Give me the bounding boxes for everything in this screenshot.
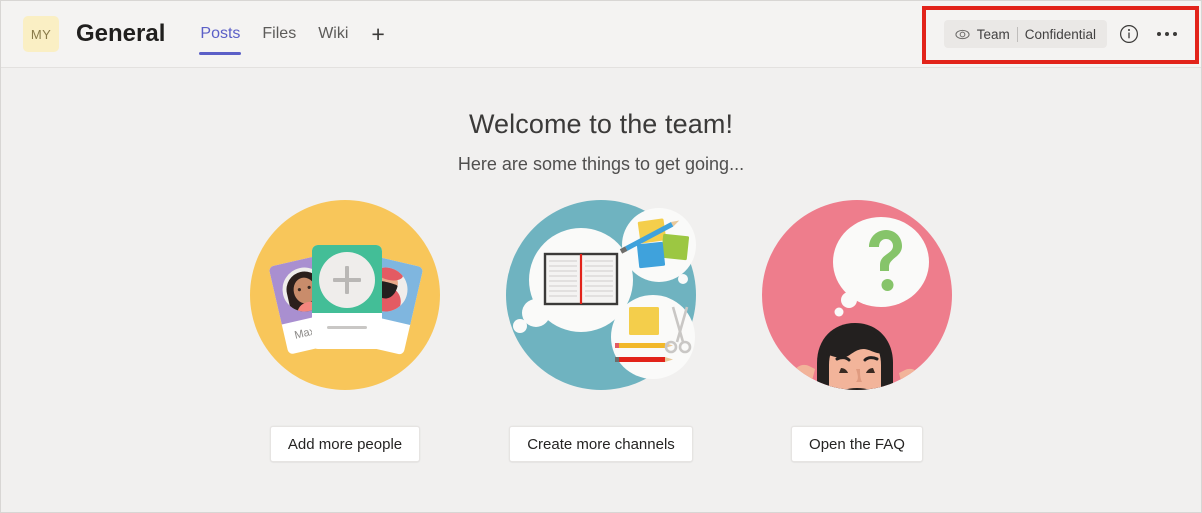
team-avatar[interactable]: MY [23, 16, 59, 52]
getting-started-cards: Maxine Add more people Create more chann… [246, 197, 956, 462]
sensitivity-scope-label: Team [976, 26, 1010, 42]
channel-header: MY General Posts Files Wiki + Team Confi… [1, 1, 1201, 68]
welcome-subheading: Here are some things to get going... [457, 154, 745, 174]
create-more-channels-button[interactable]: Create more channels [509, 426, 693, 462]
tab-posts[interactable]: Posts [189, 1, 251, 68]
card-open-faq: Open the FAQ [758, 197, 956, 462]
add-tab-button[interactable]: + [359, 1, 396, 68]
header-actions: Team Confidential [943, 18, 1191, 50]
ellipsis-icon [1156, 31, 1178, 37]
pill-divider [1016, 26, 1018, 42]
info-circle-icon [1120, 25, 1138, 43]
open-the-faq-button[interactable]: Open the FAQ [791, 426, 923, 462]
tab-posts-label: Posts [200, 25, 241, 42]
page-title: General [76, 20, 166, 47]
channel-body: Welcome to the team! Here are some thing… [1, 68, 1201, 512]
tab-wiki-label: Wiki [318, 25, 349, 42]
eye-icon [955, 29, 970, 39]
teams-channel-window: MY General Posts Files Wiki + Team Confi… [0, 0, 1202, 513]
channel-tabs: Posts Files Wiki + [189, 1, 396, 68]
plus-icon: + [371, 20, 385, 47]
card-create-channels: Create more channels [502, 197, 700, 462]
welcome-heading: Welcome to the team! [468, 109, 734, 139]
channel-info-button[interactable] [1113, 18, 1145, 50]
add-more-people-button[interactable]: Add more people [269, 426, 421, 462]
sensitivity-label-pill[interactable]: Team Confidential [943, 20, 1107, 48]
tab-files[interactable]: Files [251, 1, 307, 68]
tab-files-label: Files [262, 25, 297, 42]
tab-wiki[interactable]: Wiki [307, 1, 359, 68]
more-options-button[interactable] [1151, 18, 1183, 50]
people-cards-illustration: Maxine [247, 197, 443, 393]
sensitivity-name-label: Confidential [1024, 26, 1096, 42]
card-add-people: Maxine Add more people [246, 197, 444, 462]
faq-question-illustration [759, 197, 955, 393]
channels-notebook-illustration [503, 197, 699, 393]
